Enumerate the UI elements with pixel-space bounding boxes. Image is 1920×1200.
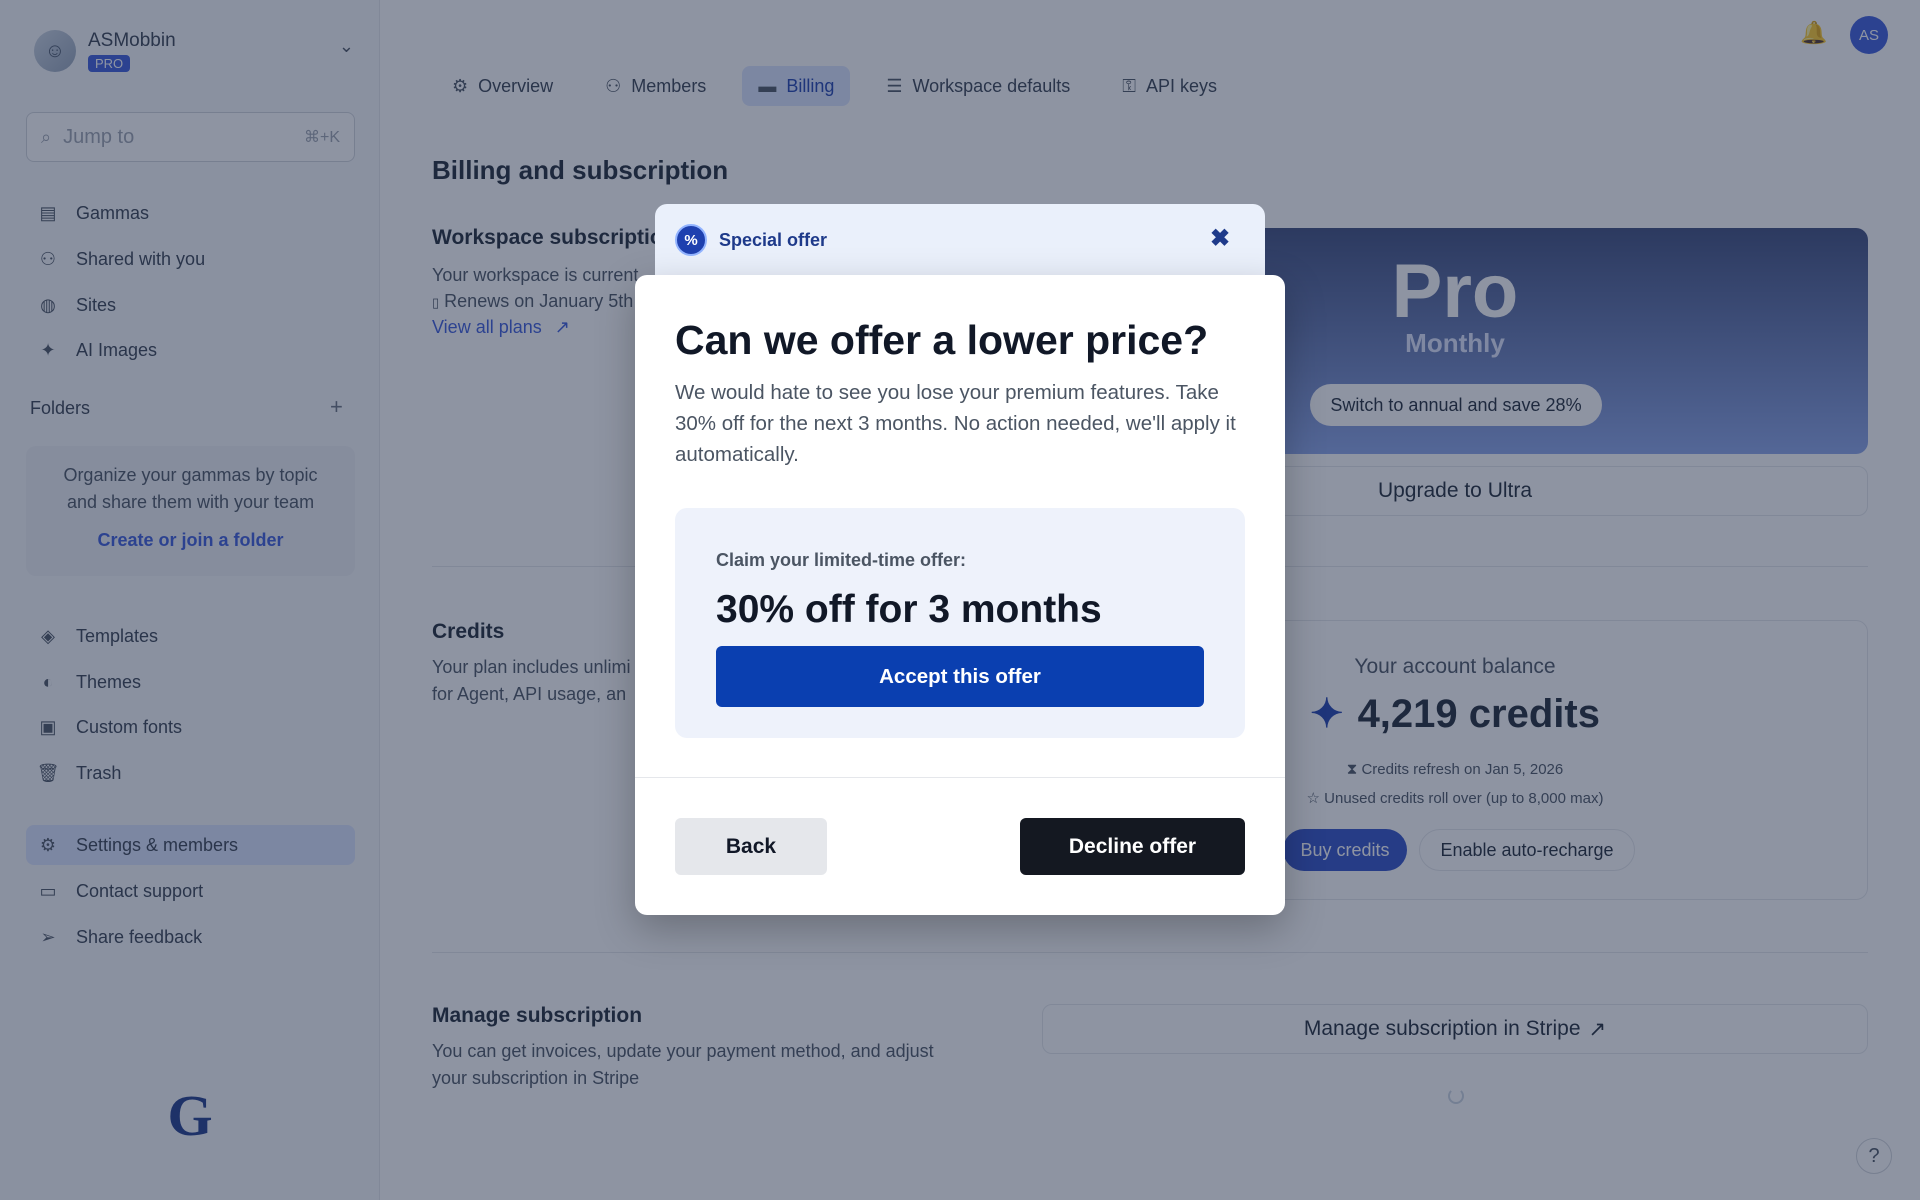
accept-offer-button[interactable]: Accept this offer (716, 646, 1204, 707)
modal-body: We would hate to see you lose your premi… (675, 381, 1236, 466)
claim-title: 30% off for 3 months (716, 588, 1102, 631)
special-offer-label: Special offer (719, 230, 828, 250)
discount-icon: % (675, 224, 707, 256)
special-offer-tab: % Special offer ✖ (655, 204, 1265, 284)
modal-heading: Can we offer a lower price? (675, 317, 1209, 363)
close-icon[interactable]: ✖ (1210, 224, 1230, 253)
back-button[interactable]: Back (675, 818, 827, 875)
retention-offer-modal: Can we offer a lower price? We would hat… (635, 275, 1285, 915)
decline-offer-button[interactable]: Decline offer (1020, 818, 1245, 875)
claim-offer-box: Claim your limited-time offer: 30% off f… (675, 508, 1245, 738)
claim-label: Claim your limited-time offer: (716, 550, 967, 570)
modal-divider (635, 777, 1285, 778)
